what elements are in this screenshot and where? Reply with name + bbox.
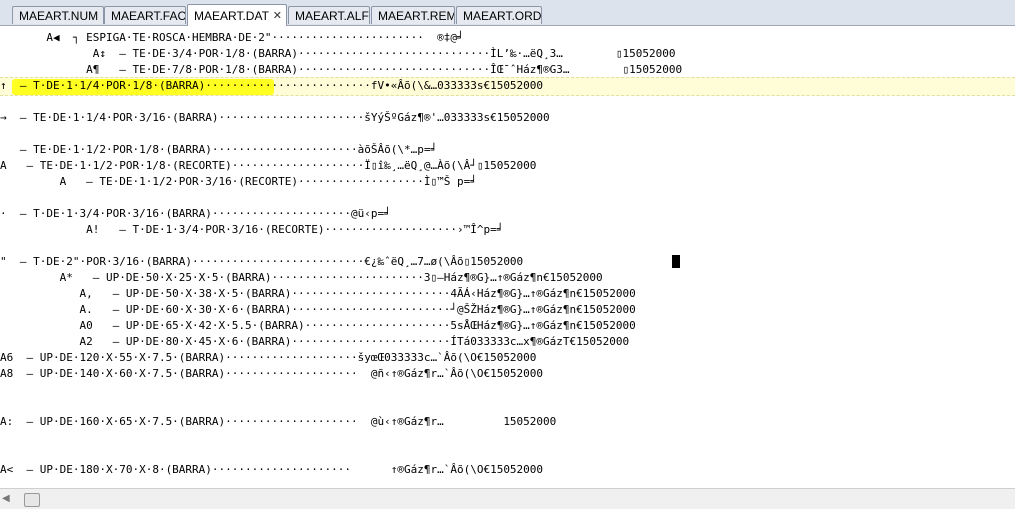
text-line-25: A: – UP·DE·160·X·65·X·7.5·(BARRA)·······… [0,415,557,428]
tab-label: MAEART.NUM [19,9,99,23]
tab-maeart-num[interactable]: MAEART.NUM [12,6,104,24]
tab-maeart-fac[interactable]: MAEART.FAC [104,6,186,24]
tab-label: MAEART.ORD [463,9,542,23]
close-icon[interactable]: ✕ [273,9,282,22]
text-cursor [672,255,680,268]
scrollbar-thumb[interactable] [24,493,40,507]
text-line-22: A8 – UP·DE·140·X·60·X·7.5·(BARRA)·······… [0,367,544,380]
text-line-12: · – T·DE·1·3/4·POR·3/16·(BARRA)·········… [0,207,391,220]
text-line-6: → – TE·DE·1·1/4·POR·3/16·(BARRA)········… [0,111,550,124]
text-line-16: A* – UP·DE·50·X·25·X·5·(BARRA)··········… [0,271,603,284]
tab-label: MAEART.REM [378,9,455,23]
text-line-2: A↕ – TE·DE·3/4·POR·1/8·(BARRA)··········… [0,47,676,60]
tab-label: MAEART.DAT [194,9,269,23]
text-line-1: A◀ ┐ ESPIGA·TE·ROSCA·HEMBRA·DE·2"·······… [0,31,464,44]
tab-maeart-rem[interactable]: MAEART.REM [371,6,455,24]
text-line-8: – TE·DE·1·1/2·POR·1/8·(BARRA)···········… [0,143,438,156]
tab-maeart-ord[interactable]: MAEART.ORD [456,6,542,24]
scroll-left-icon[interactable]: ◀ [2,493,10,504]
tab-maeart-alf[interactable]: MAEART.ALF [288,6,370,24]
text-line-28: A< – UP·DE·180·X·70·X·8·(BARRA)·········… [0,463,544,476]
text-line-19: A0 – UP·DE·65·X·42·X·5.5·(BARRA)········… [0,319,636,332]
text-line-13: A! – T·DE·1·3/4·POR·3/16·(RECORTE)······… [0,223,504,236]
text-line-17: A, – UP·DE·50·X·38·X·5·(BARRA)··········… [0,287,636,300]
text-line-9: A – TE·DE·1·1/2·POR·1/8·(RECORTE)·······… [0,159,537,172]
text-line-10: A – TE·DE·1·1/2·POR·3/16·(RECORTE)······… [0,175,477,188]
text-editor[interactable]: A◀ ┐ ESPIGA·TE·ROSCA·HEMBRA·DE·2"·······… [0,26,1015,488]
tab-maeart-dat[interactable]: MAEART.DAT ✕ [187,4,287,26]
text-line-15: " – T·DE·2"·POR·3/16·(BARRA)············… [0,255,524,268]
text-line-3: A¶ – TE·DE·7/8·POR·1/8·(BARRA)··········… [0,63,683,76]
text-line-21: A6 – UP·DE·120·X·55·X·7.5·(BARRA)·······… [0,351,537,364]
tab-label: MAEART.ALF [295,9,369,23]
horizontal-scrollbar[interactable]: ◀ [0,488,1015,509]
text-line-4: ↑ – T·DE·1·1/4·POR·1/8·(BARRA)··········… [0,79,544,92]
text-line-18: A. – UP·DE·60·X·30·X·6·(BARRA)··········… [0,303,636,316]
tab-label: MAEART.FAC [111,9,186,23]
text-line-20: A2 – UP·DE·80·X·45·X·6·(BARRA)··········… [0,335,630,348]
tab-bar: MAEART.NUM MAEART.FAC MAEART.DAT ✕ MAEAR… [0,0,1015,26]
